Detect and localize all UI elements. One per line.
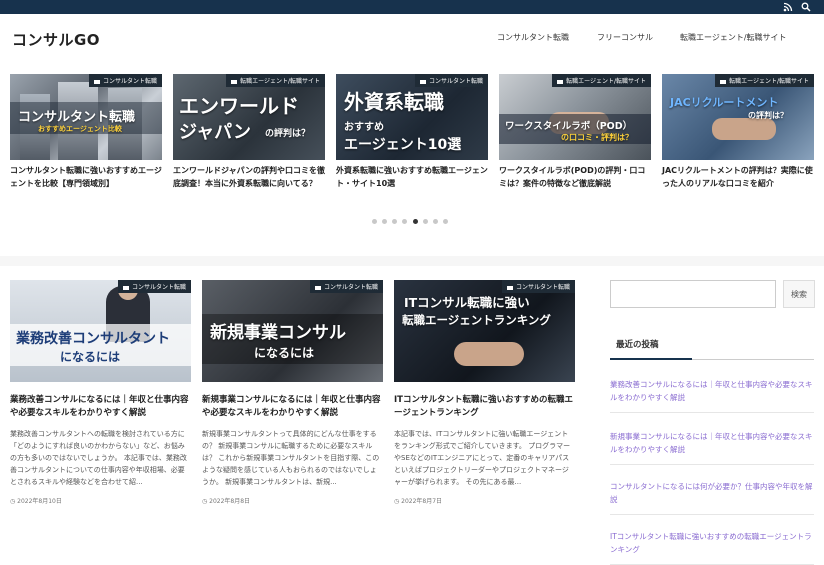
- slider-card-title[interactable]: JACリクルートメントの評判は？実際に使った人のリアルな口コミを紹介: [662, 164, 814, 190]
- top-bar: [0, 0, 824, 14]
- post-thumb[interactable]: ITコンサル転職に強い 転職エージェントランキング コンサルタント転職: [394, 280, 575, 382]
- post-excerpt: 新規事業コンサルタントって具体的にどんな仕事をするの？ 新規事業コンサルに転職す…: [202, 430, 380, 486]
- recent-posts-heading: 最近の投稿: [610, 334, 814, 360]
- slider-card[interactable]: エンワールド ジャパン の評判は？ 転職エージェント/転職サイト エンワールドジ…: [173, 74, 325, 190]
- thumb-text: ITコンサル転職に強い: [404, 295, 530, 310]
- slider-card[interactable]: 外資系転職 おすすめ エージェント10選 コンサルタント転職 外資系転職に強いお…: [336, 74, 488, 190]
- slider-card[interactable]: コンサルタント転職 おすすめエージェント比較 コンサルタント転職 コンサルタント…: [10, 74, 162, 190]
- section-divider: [0, 256, 824, 266]
- thumb-text: エンワールド: [179, 94, 299, 118]
- thumb-line3: エージェント10選: [344, 137, 462, 153]
- post-date: ◷ 2022年8月10日: [10, 496, 191, 505]
- nav-item-agent[interactable]: 転職エージェント/転職サイト: [680, 32, 787, 43]
- category-badge[interactable]: 転職エージェント/転職サイト: [552, 74, 651, 87]
- slider-dot[interactable]: [423, 219, 428, 224]
- post-list: 業務改善コンサルタント になるには コンサルタント転職 業務改善コンサルになるに…: [0, 266, 600, 560]
- post-date-text: 2022年8月10日: [17, 498, 62, 505]
- recent-post-link[interactable]: コンサルタントになるには何が必要か？仕事内容や年収を解説: [610, 480, 814, 515]
- search-icon[interactable]: [801, 2, 811, 12]
- post-card[interactable]: 業務改善コンサルタント になるには コンサルタント転職 業務改善コンサルになるに…: [10, 280, 191, 505]
- slider-thumb[interactable]: コンサルタント転職 おすすめエージェント比較 コンサルタント転職: [10, 74, 162, 160]
- thumb-text: JACリクルートメント: [670, 96, 779, 109]
- thumb-sub: 転職エージェントランキング: [402, 313, 551, 327]
- thumb-text: 業務改善コンサルタント: [16, 331, 170, 347]
- post-title[interactable]: 新規事業コンサルになるには｜年収と仕事内容や必要なスキルをわかりやすく解説: [202, 394, 383, 420]
- category-badge[interactable]: コンサルタント転職: [88, 74, 162, 87]
- slider-card-title[interactable]: 外資系転職に強いおすすめ転職エージェント・サイト10選: [336, 164, 488, 190]
- sidebar: 検索 最近の投稿 業務改善コンサルになるには｜年収と仕事内容や必要なスキルをわか…: [600, 266, 824, 565]
- category-badge[interactable]: 転職エージェント/転職サイト: [715, 74, 814, 87]
- slider-card-title[interactable]: コンサルタント転職に強いおすすめエージェントを比較【専門領域別】: [10, 164, 162, 190]
- thumb-sub: になるには: [254, 346, 315, 360]
- recent-post-link[interactable]: 業務改善コンサルになるには｜年収と仕事内容や必要なスキルをわかりやすく解説: [610, 378, 814, 413]
- post-title[interactable]: ITコンサルタント転職に強いおすすめの転職エージェントランキング: [394, 394, 575, 420]
- thumb-text: 新規事業コンサル: [210, 323, 346, 343]
- thumb-text: ワークスタイルラボ（POD）: [505, 121, 633, 132]
- featured-slider: コンサルタント転職 おすすめエージェント比較 コンサルタント転職 コンサルタント…: [0, 62, 824, 262]
- slider-thumb[interactable]: エンワールド ジャパン の評判は？ 転職エージェント/転職サイト: [173, 74, 325, 160]
- post-date-text: 2022年8月8日: [209, 498, 251, 505]
- thumb-sub: の口コミ・評判は？: [561, 133, 633, 142]
- category-badge[interactable]: コンサルタント転職: [501, 280, 575, 293]
- category-badge[interactable]: コンサルタント転職: [117, 280, 191, 293]
- category-badge[interactable]: コンサルタント転職: [309, 280, 383, 293]
- post-date: ◷ 2022年8月7日: [394, 496, 575, 505]
- post-card[interactable]: 新規事業コンサル になるには コンサルタント転職 新規事業コンサルになるには｜年…: [202, 280, 383, 505]
- post-thumb[interactable]: 新規事業コンサル になるには コンサルタント転職: [202, 280, 383, 382]
- thumb-line2: おすすめ: [344, 122, 384, 133]
- post-thumb[interactable]: 業務改善コンサルタント になるには コンサルタント転職: [10, 280, 191, 382]
- nav-item-freelance[interactable]: フリーコンサル: [597, 32, 653, 43]
- slider-dot[interactable]: [372, 219, 377, 224]
- slider-card-title[interactable]: ワークスタイルラボ(POD)の評判・口コミは？案件の特徴など徹底解説: [499, 164, 651, 190]
- slider-thumb[interactable]: ワークスタイルラボ（POD） の口コミ・評判は？ 転職エージェント/転職サイト: [499, 74, 651, 160]
- recent-post-link[interactable]: 新規事業コンサルになるには｜年収と仕事内容や必要なスキルをわかりやすく解説: [610, 430, 814, 465]
- slider-card-title[interactable]: エンワールドジャパンの評判や口コミを徹底調査！本当に外資系転職に向いてる？: [173, 164, 325, 190]
- category-badge[interactable]: コンサルタント転職: [414, 74, 488, 87]
- post-excerpt: 業務改善コンサルタントへの転職を検討されている方に「どのようにすれば良いのかわか…: [10, 430, 187, 486]
- slider-card[interactable]: ワークスタイルラボ（POD） の口コミ・評判は？ 転職エージェント/転職サイト …: [499, 74, 651, 190]
- post-excerpt: 本記事では、ITコンサルタントに強い転職エージェントをランキング形式でご紹介して…: [394, 430, 571, 486]
- post-card[interactable]: ITコンサル転職に強い 転職エージェントランキング コンサルタント転職 ITコン…: [394, 280, 575, 505]
- thumb-sub: の評判は？: [748, 111, 788, 120]
- site-header: コンサルGO コンサルタント転職 フリーコンサル 転職エージェント/転職サイト: [0, 14, 824, 62]
- slider-dot-active[interactable]: [413, 219, 418, 224]
- slider-thumb[interactable]: 外資系転職 おすすめ エージェント10選 コンサルタント転職: [336, 74, 488, 160]
- slider-thumb[interactable]: JACリクルートメント の評判は？ 転職エージェント/転職サイト: [662, 74, 814, 160]
- thumb-sub: の評判は？: [265, 129, 311, 139]
- thumb-text: コンサルタント転職: [18, 110, 136, 125]
- slider-dot[interactable]: [382, 219, 387, 224]
- slider-card[interactable]: JACリクルートメント の評判は？ 転職エージェント/転職サイト JACリクルー…: [662, 74, 814, 190]
- thumb-line2: ジャパン: [179, 122, 251, 143]
- post-date: ◷ 2022年8月8日: [202, 496, 383, 505]
- search-button[interactable]: 検索: [783, 280, 815, 308]
- thumb-sub: おすすめエージェント比較: [38, 125, 122, 133]
- thumb-text: 外資系転職: [344, 90, 444, 114]
- slider-dot[interactable]: [433, 219, 438, 224]
- site-logo[interactable]: コンサルGO: [12, 29, 100, 50]
- rss-icon[interactable]: [783, 2, 793, 12]
- slider-dot[interactable]: [392, 219, 397, 224]
- search-input[interactable]: [610, 280, 776, 308]
- slider-dot[interactable]: [402, 219, 407, 224]
- post-date-text: 2022年8月7日: [401, 498, 443, 505]
- category-badge[interactable]: 転職エージェント/転職サイト: [226, 74, 325, 87]
- nav-item-consultant[interactable]: コンサルタント転職: [497, 32, 569, 43]
- post-title[interactable]: 業務改善コンサルになるには｜年収と仕事内容や必要なスキルをわかりやすく解説: [10, 394, 191, 420]
- slider-dot[interactable]: [443, 219, 448, 224]
- thumb-sub: になるには: [60, 350, 121, 364]
